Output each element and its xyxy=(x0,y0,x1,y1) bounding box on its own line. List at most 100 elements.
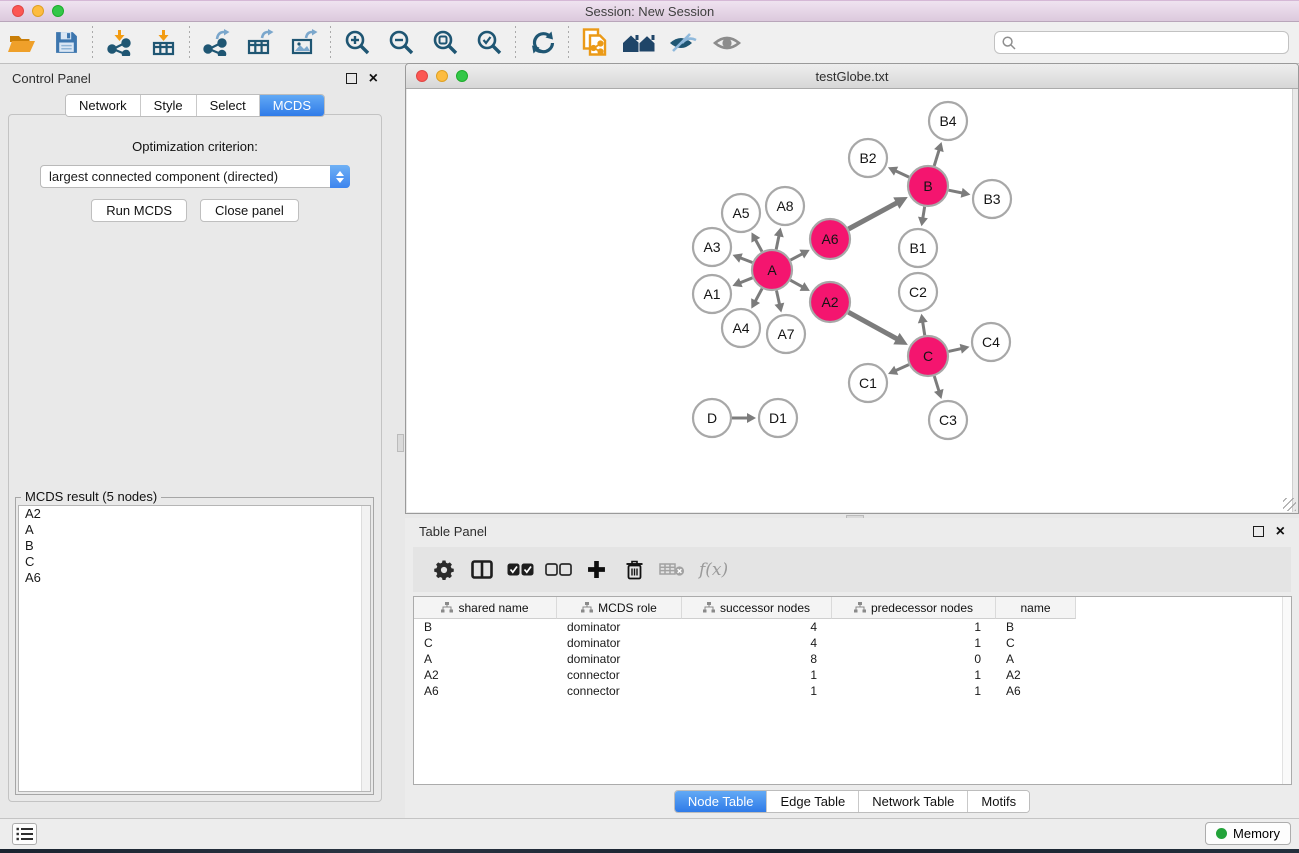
import-table-icon xyxy=(150,29,177,56)
tab-mcds[interactable]: MCDS xyxy=(260,95,324,116)
deselect-all-columns-button[interactable] xyxy=(541,552,575,588)
criterion-selected-value: largest connected component (directed) xyxy=(41,169,330,184)
memory-button[interactable]: Memory xyxy=(1205,822,1291,845)
function-builder-button[interactable]: f(x) xyxy=(693,552,734,588)
mcds-result-box: MCDS result (5 nodes) A2ABCA6 xyxy=(15,497,374,795)
column-label: MCDS role xyxy=(598,601,657,615)
tab-node-table[interactable]: Node Table xyxy=(675,791,768,812)
table-cell: connector xyxy=(557,683,682,699)
graph-edge-A-A4[interactable] xyxy=(755,289,762,303)
close-table-panel-icon[interactable] xyxy=(1276,526,1285,537)
delete-column-button[interactable] xyxy=(617,552,651,588)
mcds-result-item[interactable]: C xyxy=(19,554,370,570)
close-panel-icon[interactable] xyxy=(369,73,378,84)
search-input[interactable] xyxy=(1021,34,1288,52)
graph-edge-A-A8[interactable] xyxy=(776,234,779,249)
refresh-icon xyxy=(529,29,556,56)
graph-edge-C-C3[interactable] xyxy=(934,376,939,392)
graph-node-label: B1 xyxy=(909,240,926,256)
float-table-panel-icon[interactable] xyxy=(1253,526,1264,537)
task-history-button[interactable] xyxy=(12,823,37,845)
zoom-selected-icon xyxy=(476,29,503,56)
export-network-icon xyxy=(202,29,230,56)
graph-edge-B-B4[interactable] xyxy=(934,149,939,166)
select-all-columns-button[interactable] xyxy=(503,552,537,588)
export-table-button[interactable] xyxy=(238,24,282,62)
network-zoom-button[interactable] xyxy=(456,70,468,82)
column-header-MCDS-role[interactable]: MCDS role xyxy=(557,597,682,619)
column-header-successor-nodes[interactable]: successor nodes xyxy=(682,597,832,619)
float-panel-icon[interactable] xyxy=(346,73,357,84)
column-label: shared name xyxy=(458,601,528,615)
graph-edge-A-A6[interactable] xyxy=(791,253,804,260)
table-row[interactable]: A6connector11A6 xyxy=(414,683,1291,699)
table-row[interactable]: Adominator80A xyxy=(414,651,1291,667)
graph-edge-A-A5[interactable] xyxy=(755,238,762,251)
graph-edge-A-A3[interactable] xyxy=(739,257,752,262)
zoom-selected-button[interactable] xyxy=(467,24,511,62)
splitpane-grip-vertical[interactable] xyxy=(397,434,404,452)
graph-edge-C-C4[interactable] xyxy=(948,348,962,351)
graph-edge-B-B2[interactable] xyxy=(894,170,909,177)
tab-motifs[interactable]: Motifs xyxy=(968,791,1029,812)
result-scrollbar[interactable] xyxy=(361,506,370,791)
criterion-select[interactable]: largest connected component (directed) xyxy=(40,165,350,188)
table-cell: 8 xyxy=(682,651,832,667)
hide-selected-button[interactable] xyxy=(661,24,705,62)
graph-edge-A2-C[interactable] xyxy=(848,312,898,339)
table-row[interactable]: A2connector11A2 xyxy=(414,667,1291,683)
mcds-result-item[interactable]: A xyxy=(19,522,370,538)
graph-edge-A-A1[interactable] xyxy=(739,278,753,283)
graph-edge-B-B3[interactable] xyxy=(949,190,964,193)
mcds-result-item[interactable]: A6 xyxy=(19,570,370,586)
table-scrollbar[interactable] xyxy=(1282,597,1291,784)
plus-icon xyxy=(587,560,606,579)
new-network-from-selection-button[interactable] xyxy=(573,24,617,62)
gear-icon xyxy=(434,560,454,580)
column-header-predecessor-nodes[interactable]: predecessor nodes xyxy=(832,597,996,619)
zoom-out-button[interactable] xyxy=(379,24,423,62)
create-column-button[interactable] xyxy=(579,552,613,588)
attribute-icon xyxy=(581,602,593,613)
delete-table-button[interactable] xyxy=(655,552,689,588)
zoom-in-button[interactable] xyxy=(335,24,379,62)
open-session-button[interactable] xyxy=(0,24,44,62)
graph-edge-C-C2[interactable] xyxy=(922,321,924,336)
table-row[interactable]: Cdominator41C xyxy=(414,635,1291,651)
import-table-button[interactable] xyxy=(141,24,185,62)
graph-edge-A6-B[interactable] xyxy=(848,202,898,229)
zoom-fit-button[interactable] xyxy=(423,24,467,62)
first-neighbors-button[interactable] xyxy=(617,24,661,62)
run-mcds-button[interactable]: Run MCDS xyxy=(91,199,187,222)
tab-style[interactable]: Style xyxy=(141,95,197,116)
tab-edge-table[interactable]: Edge Table xyxy=(767,791,859,812)
graph-edge-C-C1[interactable] xyxy=(894,365,908,371)
resize-corner-icon[interactable] xyxy=(1283,498,1296,511)
column-header-shared-name[interactable]: shared name xyxy=(414,597,557,619)
mcds-result-item[interactable]: B xyxy=(19,538,370,554)
tab-network-table[interactable]: Network Table xyxy=(859,791,968,812)
export-image-button[interactable] xyxy=(282,24,326,62)
table-panel-header: Table Panel xyxy=(405,518,1299,545)
import-network-button[interactable] xyxy=(97,24,141,62)
export-network-button[interactable] xyxy=(194,24,238,62)
show-hide-columns-button[interactable] xyxy=(465,552,499,588)
search-icon xyxy=(1002,36,1016,50)
graph-edge-A-A7[interactable] xyxy=(776,291,779,306)
network-minimize-button[interactable] xyxy=(436,70,448,82)
tab-network[interactable]: Network xyxy=(66,95,141,116)
network-canvas[interactable]: B4B2BB3A8A5A6A3B1AC2A1A2A4A7C4CC1C3DD1 xyxy=(407,89,1293,512)
tab-select[interactable]: Select xyxy=(197,95,260,116)
save-session-button[interactable] xyxy=(44,24,88,62)
close-panel-button[interactable]: Close panel xyxy=(200,199,299,222)
desktop-background-strip xyxy=(0,849,1299,853)
network-close-button[interactable] xyxy=(416,70,428,82)
mcds-result-item[interactable]: A2 xyxy=(19,506,370,522)
show-all-button[interactable] xyxy=(705,24,749,62)
table-options-button[interactable] xyxy=(427,552,461,588)
table-row[interactable]: Bdominator41B xyxy=(414,619,1291,635)
graph-edge-A-A2[interactable] xyxy=(790,280,803,287)
table-cell: 1 xyxy=(832,635,996,651)
refresh-view-button[interactable] xyxy=(520,24,564,62)
column-header-name[interactable]: name xyxy=(996,597,1076,619)
